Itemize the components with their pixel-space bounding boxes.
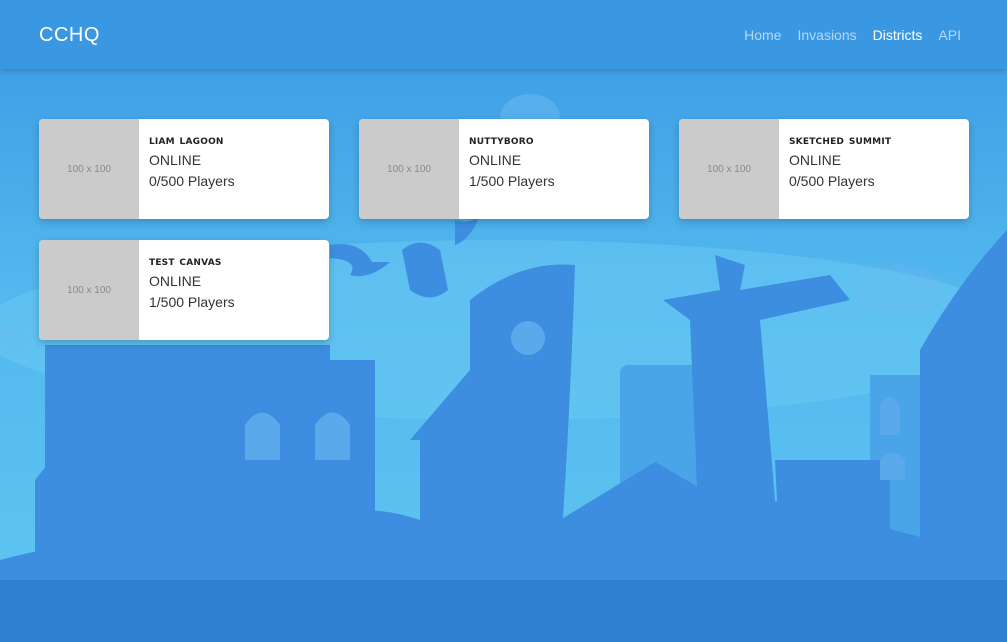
district-players: 1/500 Players: [469, 173, 555, 189]
district-name: Nuttyboro: [469, 133, 534, 148]
navbar: CCHQ Home Invasions Districts API: [0, 0, 1007, 69]
district-thumbnail-placeholder: 100 x 100: [39, 240, 139, 340]
nav-links: Home Invasions Districts API: [744, 27, 961, 43]
district-info: Sketched Summit ONLINE 0/500 Players: [779, 119, 891, 219]
nav-districts[interactable]: Districts: [873, 27, 923, 43]
district-thumbnail-placeholder: 100 x 100: [359, 119, 459, 219]
district-card[interactable]: 100 x 100 Nuttyboro ONLINE 1/500 Players: [359, 119, 649, 219]
district-name: Liam Lagoon: [149, 133, 224, 148]
district-thumbnail-placeholder: 100 x 100: [679, 119, 779, 219]
district-status: ONLINE: [469, 152, 522, 168]
district-status: ONLINE: [789, 152, 842, 168]
district-card[interactable]: 100 x 100 Liam Lagoon ONLINE 0/500 Playe…: [39, 119, 329, 219]
district-players: 0/500 Players: [789, 173, 875, 189]
district-players: 0/500 Players: [149, 173, 235, 189]
district-info: Liam Lagoon ONLINE 0/500 Players: [139, 119, 235, 219]
district-status: ONLINE: [149, 152, 202, 168]
district-card[interactable]: 100 x 100 Sketched Summit ONLINE 0/500 P…: [679, 119, 969, 219]
brand-logo[interactable]: CCHQ: [39, 24, 100, 47]
nav-home[interactable]: Home: [744, 27, 781, 43]
district-thumbnail-placeholder: 100 x 100: [39, 119, 139, 219]
nav-api[interactable]: API: [938, 27, 961, 43]
district-card[interactable]: 100 x 100 Test Canvas ONLINE 1/500 Playe…: [39, 240, 329, 340]
district-info: Test Canvas ONLINE 1/500 Players: [139, 240, 235, 340]
district-name: Sketched Summit: [789, 133, 892, 148]
district-cards: 100 x 100 Liam Lagoon ONLINE 0/500 Playe…: [39, 119, 969, 340]
nav-invasions[interactable]: Invasions: [797, 27, 856, 43]
district-players: 1/500 Players: [149, 294, 235, 310]
district-name: Test Canvas: [149, 254, 222, 269]
district-info: Nuttyboro ONLINE 1/500 Players: [459, 119, 555, 219]
district-status: ONLINE: [149, 273, 202, 289]
